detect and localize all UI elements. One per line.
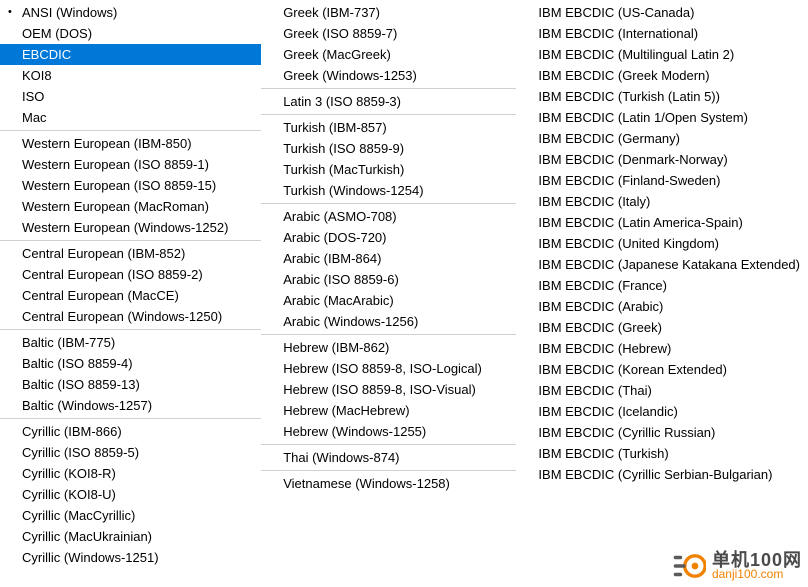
menu-item[interactable]: Arabic (ISO 8859-6) — [261, 269, 516, 290]
menu-item[interactable]: IBM EBCDIC (Germany) — [516, 128, 808, 149]
menu-item[interactable]: Turkish (Windows-1254) — [261, 180, 516, 201]
menu-item[interactable]: Western European (IBM-850) — [0, 133, 261, 154]
menu-item[interactable]: OEM (DOS) — [0, 23, 261, 44]
separator — [261, 470, 516, 471]
menu-item[interactable]: Greek (IBM-737) — [261, 2, 516, 23]
menu-item[interactable]: Vietnamese (Windows-1258) — [261, 473, 516, 494]
menu-item[interactable]: Cyrillic (KOI8-R) — [0, 463, 261, 484]
menu-item[interactable]: IBM EBCDIC (US-Canada) — [516, 2, 808, 23]
menu-item[interactable]: IBM EBCDIC (Latin America-Spain) — [516, 212, 808, 233]
menu-item[interactable]: EBCDIC — [0, 44, 261, 65]
menu-item[interactable]: IBM EBCDIC (Japanese Katakana Extended) — [516, 254, 808, 275]
separator — [261, 203, 516, 204]
menu-item[interactable]: Baltic (ISO 8859-4) — [0, 353, 261, 374]
menu-item[interactable]: Arabic (ASMO-708) — [261, 206, 516, 227]
menu-item[interactable]: KOI8 — [0, 65, 261, 86]
separator — [0, 130, 261, 131]
menu-item[interactable]: ANSI (Windows) — [0, 2, 261, 23]
menu-item[interactable]: ISO — [0, 86, 261, 107]
menu-item[interactable]: Latin 3 (ISO 8859-3) — [261, 91, 516, 112]
menu-item[interactable]: IBM EBCDIC (Cyrillic Serbian-Bulgarian) — [516, 464, 808, 485]
menu-item[interactable]: Arabic (MacArabic) — [261, 290, 516, 311]
menu-item[interactable]: Hebrew (MacHebrew) — [261, 400, 516, 421]
menu-item[interactable]: IBM EBCDIC (Denmark-Norway) — [516, 149, 808, 170]
menu-item[interactable]: IBM EBCDIC (Turkish) — [516, 443, 808, 464]
menu-item[interactable]: IBM EBCDIC (Multilingual Latin 2) — [516, 44, 808, 65]
menu-item[interactable]: Hebrew (ISO 8859-8, ISO-Logical) — [261, 358, 516, 379]
menu-item[interactable]: Cyrillic (MacUkrainian) — [0, 526, 261, 547]
column-1: ANSI (Windows)OEM (DOS)EBCDICKOI8ISOMac W… — [0, 0, 261, 587]
menu-item[interactable]: IBM EBCDIC (United Kingdom) — [516, 233, 808, 254]
separator — [261, 444, 516, 445]
menu-item[interactable]: Western European (ISO 8859-1) — [0, 154, 261, 175]
menu-item[interactable]: Hebrew (Windows-1255) — [261, 421, 516, 442]
separator — [0, 240, 261, 241]
menu-item[interactable]: Greek (MacGreek) — [261, 44, 516, 65]
menu-item[interactable]: Greek (ISO 8859-7) — [261, 23, 516, 44]
menu-item[interactable]: IBM EBCDIC (Icelandic) — [516, 401, 808, 422]
separator — [261, 88, 516, 89]
menu-item[interactable]: IBM EBCDIC (Thai) — [516, 380, 808, 401]
menu-item[interactable]: Central European (Windows-1250) — [0, 306, 261, 327]
menu-item[interactable]: Cyrillic (ISO 8859-5) — [0, 442, 261, 463]
menu-item[interactable]: Thai (Windows-874) — [261, 447, 516, 468]
separator — [0, 329, 261, 330]
menu-item[interactable]: IBM EBCDIC (International) — [516, 23, 808, 44]
menu-item[interactable]: Hebrew (ISO 8859-8, ISO-Visual) — [261, 379, 516, 400]
menu-item[interactable]: Baltic (Windows-1257) — [0, 395, 261, 416]
encoding-menu: ANSI (Windows)OEM (DOS)EBCDICKOI8ISOMac W… — [0, 0, 808, 587]
menu-item[interactable]: IBM EBCDIC (Hebrew) — [516, 338, 808, 359]
menu-item[interactable]: Western European (Windows-1252) — [0, 217, 261, 238]
menu-item[interactable]: IBM EBCDIC (Italy) — [516, 191, 808, 212]
menu-item[interactable]: Arabic (Windows-1256) — [261, 311, 516, 332]
menu-item[interactable]: Turkish (MacTurkish) — [261, 159, 516, 180]
menu-item[interactable]: Central European (IBM-852) — [0, 243, 261, 264]
menu-item[interactable]: IBM EBCDIC (Greek) — [516, 317, 808, 338]
menu-item[interactable]: Baltic (IBM-775) — [0, 332, 261, 353]
column-3: IBM EBCDIC (US-Canada)IBM EBCDIC (Intern… — [516, 0, 808, 587]
menu-item[interactable]: Turkish (IBM-857) — [261, 117, 516, 138]
separator — [0, 418, 261, 419]
menu-item[interactable]: Arabic (IBM-864) — [261, 248, 516, 269]
menu-item[interactable]: Western European (ISO 8859-15) — [0, 175, 261, 196]
menu-item[interactable]: Cyrillic (Windows-1251) — [0, 547, 261, 568]
menu-item[interactable]: IBM EBCDIC (Finland-Sweden) — [516, 170, 808, 191]
menu-item[interactable]: IBM EBCDIC (Korean Extended) — [516, 359, 808, 380]
menu-item[interactable]: Cyrillic (MacCyrillic) — [0, 505, 261, 526]
menu-item[interactable]: Cyrillic (KOI8-U) — [0, 484, 261, 505]
separator — [261, 114, 516, 115]
menu-item[interactable]: Central European (ISO 8859-2) — [0, 264, 261, 285]
separator — [261, 334, 516, 335]
menu-item[interactable]: IBM EBCDIC (Latin 1/Open System) — [516, 107, 808, 128]
menu-item[interactable]: IBM EBCDIC (Greek Modern) — [516, 65, 808, 86]
menu-item[interactable]: Cyrillic (IBM-866) — [0, 421, 261, 442]
menu-item[interactable]: Western European (MacRoman) — [0, 196, 261, 217]
menu-item[interactable]: Mac — [0, 107, 261, 128]
menu-item[interactable]: IBM EBCDIC (France) — [516, 275, 808, 296]
menu-item[interactable]: Central European (MacCE) — [0, 285, 261, 306]
menu-item[interactable]: IBM EBCDIC (Turkish (Latin 5)) — [516, 86, 808, 107]
column-2: Greek (IBM-737)Greek (ISO 8859-7)Greek (… — [261, 0, 516, 587]
menu-item[interactable]: Arabic (DOS-720) — [261, 227, 516, 248]
menu-item[interactable]: Hebrew (IBM-862) — [261, 337, 516, 358]
menu-item[interactable]: Turkish (ISO 8859-9) — [261, 138, 516, 159]
menu-item[interactable]: IBM EBCDIC (Arabic) — [516, 296, 808, 317]
menu-item[interactable]: IBM EBCDIC (Cyrillic Russian) — [516, 422, 808, 443]
menu-item[interactable]: Greek (Windows-1253) — [261, 65, 516, 86]
menu-item[interactable]: Baltic (ISO 8859-13) — [0, 374, 261, 395]
